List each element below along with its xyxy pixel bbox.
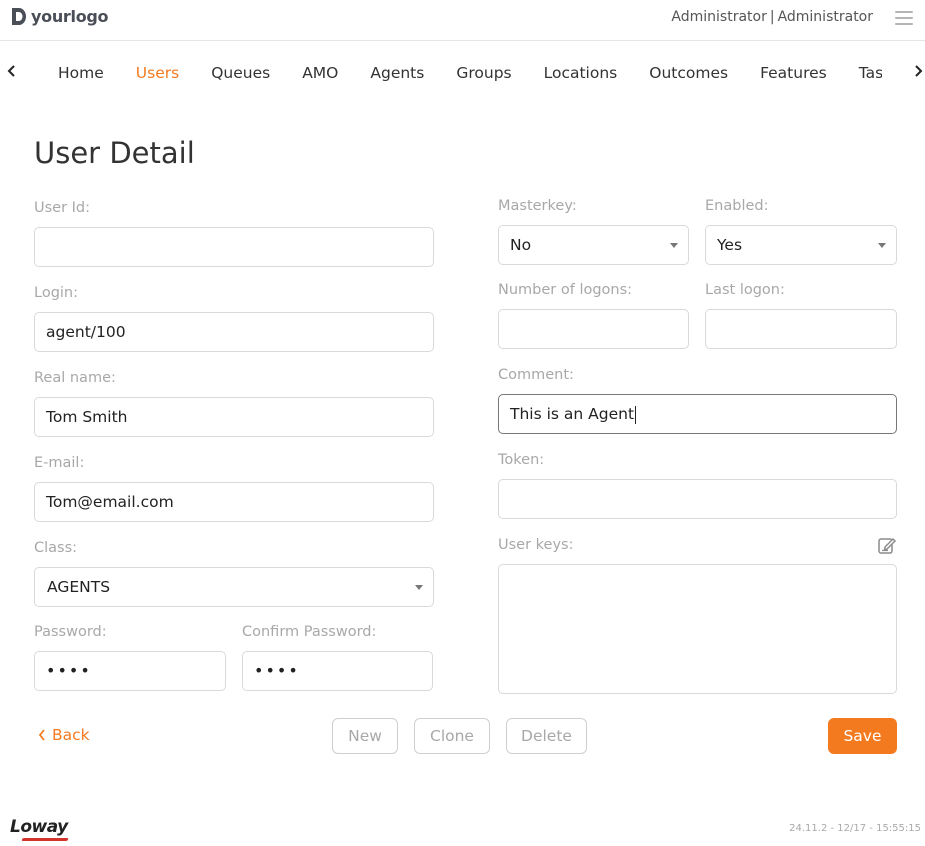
text-caret — [635, 405, 637, 424]
password-label: Password: — [34, 624, 107, 640]
email-label: E-mail: — [34, 455, 85, 471]
masterkey-select[interactable]: No — [498, 225, 689, 265]
user-keys-label: User keys: — [498, 537, 574, 553]
num-logons-label: Number of logons: — [498, 282, 633, 298]
comment-input-value: This is an Agent — [510, 405, 635, 423]
num-logons-input[interactable] — [498, 309, 689, 349]
back-link[interactable]: Back — [38, 726, 90, 744]
password-input[interactable]: •••• — [34, 651, 226, 691]
user-id-input[interactable] — [34, 227, 434, 267]
chevron-right-icon[interactable] — [911, 61, 925, 81]
tab-tasks[interactable]: Tasks — [843, 52, 882, 94]
chevron-left-icon — [38, 729, 45, 741]
tab-amo[interactable]: AMO — [286, 52, 354, 94]
new-button[interactable]: New — [332, 718, 398, 754]
user-keys-textarea[interactable] — [498, 564, 897, 694]
user-name-secondary: Administrator — [777, 9, 873, 25]
logo-text: yourlogo — [31, 7, 109, 26]
tab-agents[interactable]: Agents — [354, 52, 440, 94]
class-select-value: AGENTS — [47, 578, 111, 596]
token-label: Token: — [498, 452, 545, 468]
masterkey-label: Masterkey: — [498, 198, 577, 214]
login-label: Login: — [34, 285, 79, 301]
comment-label: Comment: — [498, 367, 574, 383]
masterkey-select-value: No — [510, 236, 532, 254]
user-info[interactable]: Administrator | Administrator — [671, 9, 873, 25]
user-id-label: User Id: — [34, 200, 91, 216]
comment-input[interactable]: This is an Agent — [498, 394, 897, 434]
edit-icon[interactable] — [877, 535, 897, 555]
tab-groups[interactable]: Groups — [440, 52, 527, 94]
enabled-select-value: Yes — [717, 236, 743, 254]
enabled-select[interactable]: Yes — [705, 225, 897, 265]
page-title: User Detail — [34, 136, 195, 170]
back-label: Back — [52, 726, 90, 744]
enabled-label: Enabled: — [705, 198, 769, 214]
brand-logo[interactable]: yourlogo — [10, 7, 109, 26]
footer-logo-swoosh — [21, 838, 69, 841]
footer-logo[interactable]: Loway — [10, 817, 69, 841]
class-select[interactable]: AGENTS — [34, 567, 434, 607]
tab-queues[interactable]: Queues — [195, 52, 286, 94]
last-logon-input[interactable] — [705, 309, 897, 349]
hamburger-menu-icon[interactable] — [895, 11, 913, 25]
dropdown-arrow-icon — [878, 243, 886, 248]
real-name-input[interactable]: Tom Smith — [34, 397, 434, 437]
nav-tabs: Home Users Queues AMO Agents Groups Locations O… — [42, 52, 882, 94]
delete-button[interactable]: Delete — [506, 718, 587, 754]
user-name-primary: Administrator — [671, 9, 767, 25]
dropdown-arrow-icon — [670, 243, 678, 248]
email-input[interactable]: Tom@email.com — [34, 482, 434, 522]
tab-home[interactable]: Home — [42, 52, 120, 94]
clone-button[interactable]: Clone — [414, 718, 490, 754]
tab-locations[interactable]: Locations — [528, 52, 634, 94]
main-nav: Home Users Queues AMO Agents Groups Locations O… — [0, 52, 925, 94]
class-label: Class: — [34, 540, 78, 556]
confirm-password-input[interactable]: •••• — [242, 651, 433, 691]
login-input[interactable]: agent/100 — [34, 312, 434, 352]
top-bar: yourlogo Administrator | Administrator — [0, 0, 925, 41]
save-button[interactable]: Save — [828, 718, 897, 754]
dropdown-arrow-icon — [415, 585, 423, 590]
user-separator: | — [769, 9, 775, 25]
tab-outcomes[interactable]: Outcomes — [633, 52, 744, 94]
logo-icon — [12, 8, 26, 25]
confirm-password-label: Confirm Password: — [242, 624, 377, 640]
token-input[interactable] — [498, 479, 897, 519]
chevron-left-icon[interactable] — [5, 61, 19, 81]
real-name-label: Real name: — [34, 370, 116, 386]
last-logon-label: Last logon: — [705, 282, 785, 298]
tab-users[interactable]: Users — [120, 52, 195, 94]
version-info: 24.11.2 - 12/17 - 15:55:15 — [789, 823, 921, 834]
footer-brand-text: Loway — [10, 817, 68, 837]
tab-features[interactable]: Features — [744, 52, 843, 94]
